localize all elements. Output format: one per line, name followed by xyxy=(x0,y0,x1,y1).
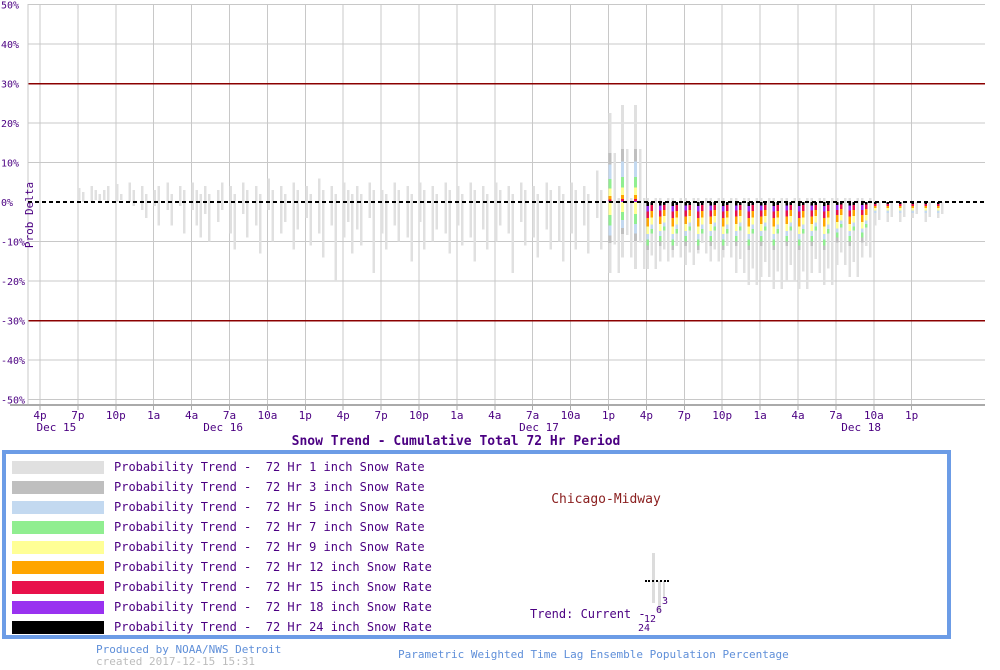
svg-text:10p: 10p xyxy=(106,409,126,422)
svg-text:4p: 4p xyxy=(640,409,653,422)
svg-text:Dec 15: Dec 15 xyxy=(37,421,77,434)
svg-text:-30%: -30% xyxy=(1,317,25,328)
trend-key-label-3: 3 xyxy=(662,596,669,607)
svg-text:10a: 10a xyxy=(561,409,581,422)
svg-text:1p: 1p xyxy=(602,409,615,422)
svg-text:1p: 1p xyxy=(299,409,312,422)
svg-text:Dec 16: Dec 16 xyxy=(203,421,243,434)
svg-text:1p: 1p xyxy=(905,409,918,422)
svg-text:1a: 1a xyxy=(450,409,463,422)
legend-label: Probability Trend - 72 Hr 12 inch Snow R… xyxy=(114,560,432,574)
svg-text:-50%: -50% xyxy=(1,396,25,407)
legend-swatch xyxy=(12,541,104,554)
legend-swatch xyxy=(12,561,104,574)
svg-text:Dec 17: Dec 17 xyxy=(519,421,559,434)
footer-created-timestamp: created 2017-12-15 15:31 xyxy=(96,655,255,668)
legend-swatch xyxy=(12,481,104,494)
svg-text:10a: 10a xyxy=(257,409,277,422)
footer: Produced by NOAA/NWS Detroit created 201… xyxy=(0,641,1000,670)
svg-text:4a: 4a xyxy=(791,409,804,422)
legend-swatch xyxy=(12,521,104,534)
snow-trend-page: 50% 40% 30% 20% 10% 0% -10% -20% -30% -40% -50% 4p 7… xyxy=(0,0,1000,670)
legend-label: Probability Trend - 72 Hr 18 inch Snow R… xyxy=(114,600,432,614)
svg-text:10p: 10p xyxy=(712,409,732,422)
legend-label: Probability Trend - 72 Hr 7 inch Snow Ra… xyxy=(114,520,425,534)
svg-text:10%: 10% xyxy=(1,159,19,170)
svg-text:30%: 30% xyxy=(1,80,19,91)
legend-swatch xyxy=(12,461,104,474)
station-name: Chicago-Midway xyxy=(551,492,661,507)
svg-text:1a: 1a xyxy=(753,409,766,422)
svg-text:4a: 4a xyxy=(488,409,501,422)
chart-title: Snow Trend - Cumulative Total 72 Hr Peri… xyxy=(291,434,621,449)
svg-text:40%: 40% xyxy=(1,40,19,51)
svg-text:1a: 1a xyxy=(147,409,160,422)
svg-text:-10%: -10% xyxy=(1,238,25,249)
legend-label: Probability Trend - 72 Hr 9 inch Snow Ra… xyxy=(114,540,425,554)
legend-swatch xyxy=(12,601,104,614)
svg-text:10p: 10p xyxy=(409,409,429,422)
legend-label: Probability Trend - 72 Hr 24 inch Snow R… xyxy=(114,620,432,634)
svg-text:20%: 20% xyxy=(1,119,19,130)
trend-key-label-6: 6 xyxy=(656,605,663,616)
svg-text:4a: 4a xyxy=(185,409,198,422)
legend-swatch xyxy=(12,581,104,594)
legend-swatch xyxy=(12,621,104,634)
legend-box: Probability Trend - 72 Hr 1 inch Snow Ra… xyxy=(2,450,951,639)
svg-text:7p: 7p xyxy=(678,409,691,422)
svg-text:Prob Delta: Prob Delta xyxy=(23,182,36,248)
svg-text:-40%: -40% xyxy=(1,356,25,367)
trend-current-label: Trend: Current - xyxy=(530,607,653,621)
svg-text:4p: 4p xyxy=(337,409,350,422)
legend-label: Probability Trend - 72 Hr 1 inch Snow Ra… xyxy=(114,460,425,474)
trend-key-label-24: 24 xyxy=(638,623,651,634)
trend-key-dotted-line xyxy=(645,580,669,582)
svg-text:0%: 0% xyxy=(1,198,13,209)
trend-key-bar-24 xyxy=(652,553,655,603)
footer-caption: Parametric Weighted Time Lag Ensemble Po… xyxy=(398,648,789,661)
svg-text:7p: 7p xyxy=(374,409,387,422)
svg-text:50%: 50% xyxy=(1,1,19,12)
svg-text:Dec 18: Dec 18 xyxy=(841,421,881,434)
legend-swatch xyxy=(12,501,104,514)
snow-trend-chart: 50% 40% 30% 20% 10% 0% -10% -20% -30% -40% -50% 4p 7… xyxy=(1,1,985,434)
svg-text:-20%: -20% xyxy=(1,277,25,288)
legend-label: Probability Trend - 72 Hr 15 inch Snow R… xyxy=(114,580,432,594)
